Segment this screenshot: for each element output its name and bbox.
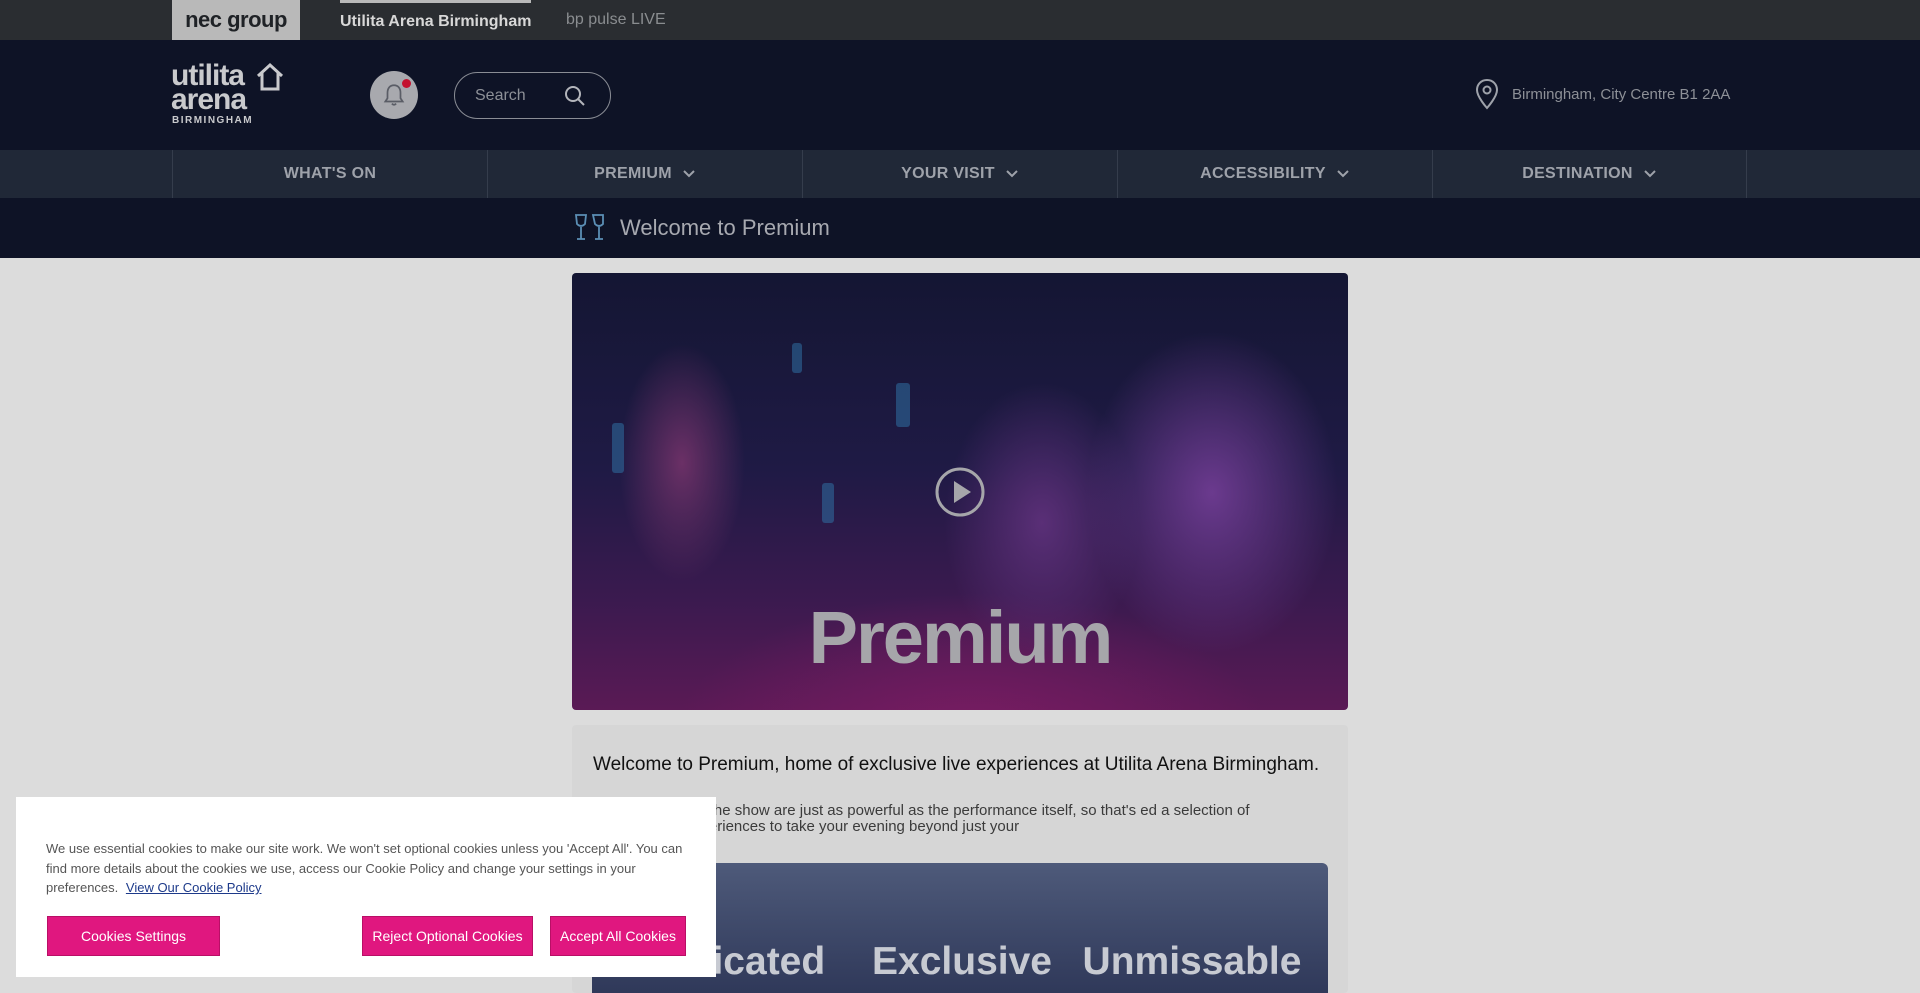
nav-item-label: PREMIUM: [594, 165, 672, 182]
location-text: Birmingham, City Centre B1 2AA: [1512, 85, 1731, 103]
nav-item-label: ACCESSIBILITY: [1200, 165, 1326, 182]
venue-tab-utilita-arena[interactable]: Utilita Arena Birmingham: [340, 0, 532, 40]
cookie-consent-banner: We use essential cookies to make our sit…: [16, 797, 716, 977]
chevron-down-icon: [1006, 170, 1018, 178]
accept-all-cookies-button[interactable]: Accept All Cookies: [550, 916, 686, 956]
intro-heading: Welcome to Premium, home of exclusive li…: [593, 754, 1320, 775]
utility-bar: nec group Utilita Arena Birmingham bp pu…: [0, 0, 1920, 40]
search-box[interactable]: [454, 72, 611, 119]
page-title: Welcome to Premium: [620, 215, 830, 240]
nav-item-your-visit[interactable]: YOUR VISIT: [802, 150, 1117, 198]
cookie-policy-link[interactable]: View Our Cookie Policy: [126, 880, 262, 895]
nav-item-premium[interactable]: PREMIUM: [487, 150, 802, 198]
map-pin-icon: [1475, 78, 1499, 110]
hero-video[interactable]: Premium: [572, 273, 1348, 710]
logo-line-3: BIRMINGHAM: [172, 115, 254, 126]
nav-item-whats-on[interactable]: WHAT'S ON: [172, 150, 487, 198]
venue-location[interactable]: Birmingham, City Centre B1 2AA: [1474, 78, 1730, 110]
banner-word: Unmissable: [1082, 940, 1302, 983]
cookies-settings-button[interactable]: Cookies Settings: [47, 916, 220, 956]
hero-title: Premium: [808, 596, 1114, 679]
search-input[interactable]: [475, 85, 565, 107]
nav-item-label: YOUR VISIT: [901, 165, 995, 182]
reject-optional-cookies-button[interactable]: Reject Optional Cookies: [362, 916, 533, 956]
utilita-arena-logo[interactable]: utilita arena BIRMINGHAM: [171, 61, 291, 128]
chevron-down-icon: [1337, 170, 1349, 178]
notifications-button[interactable]: [370, 71, 418, 119]
play-icon[interactable]: [934, 466, 986, 518]
search-icon[interactable]: [563, 84, 587, 108]
nav-item-accessibility[interactable]: ACCESSIBILITY: [1117, 150, 1432, 198]
site-header: utilita arena BIRMINGHAM Birmingham, Cit…: [0, 40, 1920, 150]
banner-word: Exclusive: [872, 940, 1052, 983]
champagne-glasses-icon: [574, 214, 604, 240]
background-light: [896, 383, 910, 427]
background-light: [612, 423, 624, 473]
nec-group-logo[interactable]: nec group: [172, 0, 300, 40]
chevron-down-icon: [1644, 170, 1656, 178]
background-light: [792, 343, 802, 373]
main-nav: WHAT'S ON PREMIUM YOUR VISIT ACCESSIBILI…: [0, 150, 1920, 198]
logo-line-2: arena: [171, 83, 247, 116]
chevron-down-icon: [683, 170, 695, 178]
notification-dot: [402, 79, 411, 88]
house-icon: [256, 62, 284, 91]
page-subheader: Welcome to Premium: [0, 198, 1920, 258]
nav-item-label: DESTINATION: [1522, 165, 1633, 182]
nav-item-destination[interactable]: DESTINATION: [1432, 150, 1747, 198]
background-light: [822, 483, 834, 523]
venue-tab-bp-pulse-live[interactable]: bp pulse LIVE: [566, 0, 666, 40]
cookie-text-block: We use essential cookies to make our sit…: [46, 839, 702, 898]
nav-item-label: WHAT'S ON: [283, 165, 377, 182]
